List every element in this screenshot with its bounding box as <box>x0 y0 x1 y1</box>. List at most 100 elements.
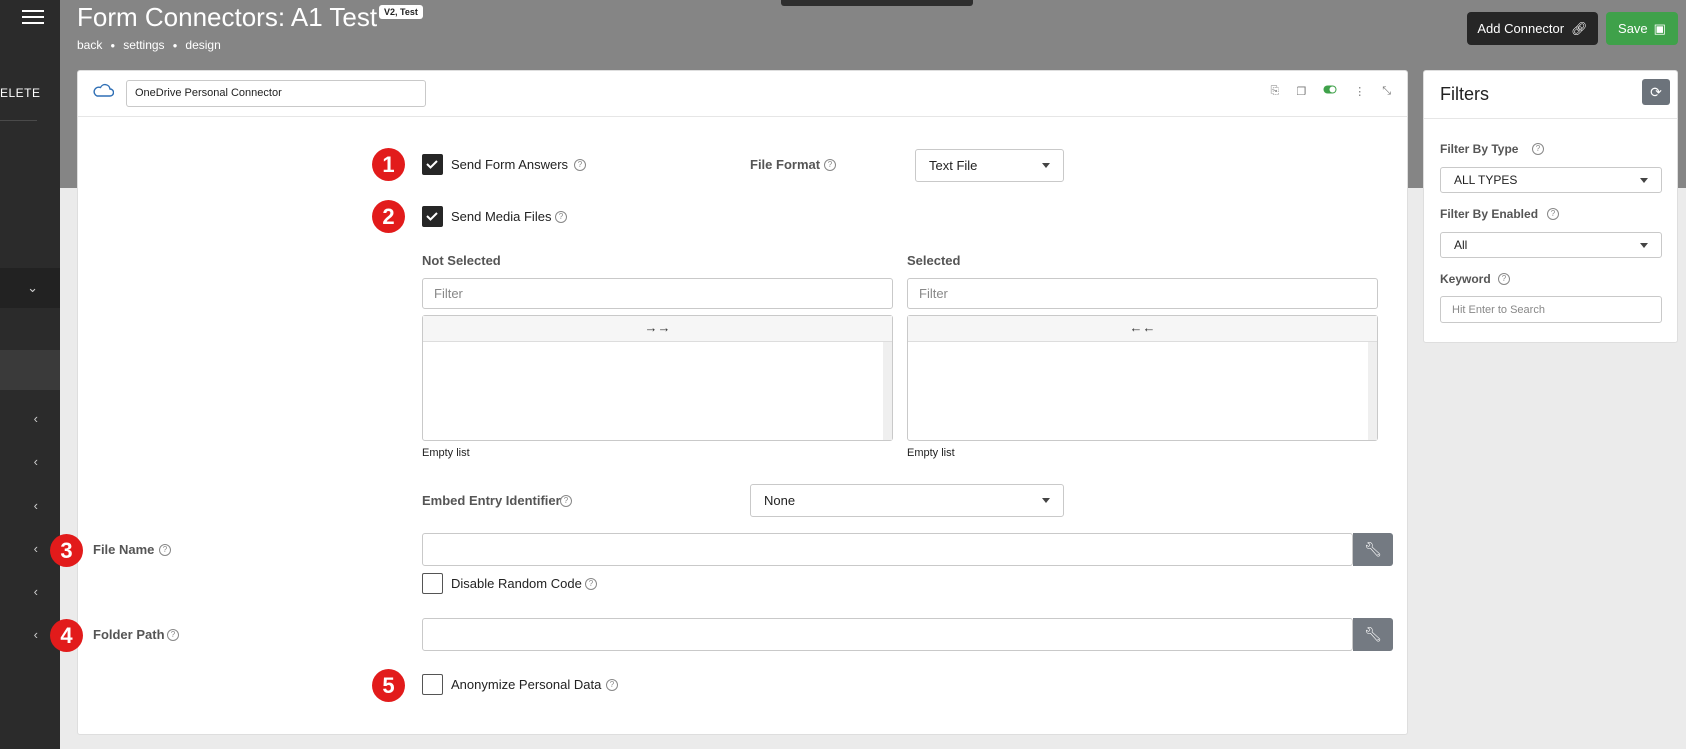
selected-filter-input[interactable]: Filter <box>907 278 1378 309</box>
marker-5: 5 <box>372 669 405 702</box>
filter-by-enabled-value: All <box>1454 238 1468 252</box>
filters-divider <box>1424 118 1677 119</box>
folder-path-label: Folder Path <box>93 627 165 642</box>
sidebar-delete-label[interactable]: ELETE <box>0 86 41 100</box>
send-form-answers-label: Send Form Answers <box>451 157 569 172</box>
add-connector-button[interactable]: Add Connector 🔗︎ <box>1467 12 1598 45</box>
save-button[interactable]: Save ▣ <box>1606 12 1678 45</box>
breadcrumb-dot: ● <box>172 41 178 50</box>
chevron-left-icon: ‹ <box>33 454 38 469</box>
file-name-label: File Name <box>93 542 155 557</box>
embed-entry-identifier-value: None <box>764 493 796 508</box>
sidebar-item[interactable]: ‹ <box>0 399 60 439</box>
marker-4: 4 <box>50 619 83 652</box>
floppy-icon: ▣ <box>1653 20 1666 36</box>
embed-entry-identifier-select[interactable]: None <box>750 484 1064 517</box>
chevron-left-icon: ‹ <box>33 411 38 426</box>
hamburger-menu-icon[interactable] <box>22 6 44 26</box>
sidebar-item[interactable]: ‹ <box>0 442 60 482</box>
file-name-textarea[interactable] <box>422 533 1353 566</box>
selected-label: Selected <box>907 253 961 268</box>
selected-list[interactable]: ←← <box>907 315 1378 441</box>
breadcrumb-back[interactable]: back <box>77 38 102 54</box>
chevron-left-icon: ‹ <box>33 584 38 599</box>
file-format-value: Text File <box>929 158 978 173</box>
folder-path-wrench-button[interactable]: 🔧︎ <box>1353 618 1393 651</box>
collapse-icon[interactable]: ⤡ <box>1382 85 1391 98</box>
filters-panel: Filters ⟳ Filter By Type ? ALL TYPES Fil… <box>1423 70 1678 343</box>
disable-random-code-checkbox[interactable] <box>422 573 443 594</box>
send-media-files-label: Send Media Files <box>451 209 552 224</box>
card-header: OneDrive Personal Connector ⎘ ❐ ⋮ ⤡ <box>78 71 1407 117</box>
not-selected-filter-input[interactable]: Filter <box>422 278 893 309</box>
page-title: Form Connectors: A1 Test <box>77 2 378 32</box>
not-selected-list[interactable]: →→ <box>422 315 893 441</box>
breadcrumb-dot: ● <box>110 41 116 50</box>
not-selected-status: Empty list <box>422 447 470 459</box>
sidebar-expand-row[interactable]: ⌄ <box>0 268 60 308</box>
wrench-icon: 🔧︎ <box>1364 541 1382 557</box>
toggle-icon[interactable] <box>1323 85 1337 98</box>
help-icon[interactable]: ? <box>1532 143 1544 155</box>
filters-title: Filters <box>1440 84 1489 104</box>
refresh-icon: ⟳ <box>1650 83 1662 100</box>
embed-entry-identifier-label: Embed Entry Identifier <box>422 493 561 508</box>
not-selected-label: Not Selected <box>422 253 501 268</box>
onedrive-cloud-icon <box>92 83 115 102</box>
marker-1: 1 <box>372 148 405 181</box>
chevron-left-icon: ‹ <box>33 498 38 513</box>
send-media-files-checkbox[interactable] <box>422 206 443 227</box>
help-icon[interactable]: ? <box>606 679 618 691</box>
breadcrumb-settings[interactable]: settings <box>123 38 164 54</box>
caret-down-icon <box>1042 498 1050 503</box>
refresh-button[interactable]: ⟳ <box>1642 79 1670 105</box>
file-format-select[interactable]: Text File <box>915 149 1064 182</box>
breadcrumb-design[interactable]: design <box>185 38 220 54</box>
anonymize-personal-data-label: Anonymize Personal Data <box>451 677 602 692</box>
clip-icon[interactable]: ⎘ <box>1271 85 1280 98</box>
help-icon[interactable]: ? <box>824 159 836 171</box>
help-icon[interactable]: ? <box>585 578 597 590</box>
help-icon[interactable]: ? <box>574 159 586 171</box>
filter-by-type-label: Filter By Type <box>1440 142 1519 156</box>
connector-name-input[interactable]: OneDrive Personal Connector <box>126 80 426 107</box>
save-label: Save <box>1618 21 1648 36</box>
connector-card: OneDrive Personal Connector ⎘ ❐ ⋮ ⤡ 1 Se… <box>50 70 1408 735</box>
anonymize-personal-data-checkbox[interactable] <box>422 674 443 695</box>
filter-by-type-select[interactable]: ALL TYPES <box>1440 167 1662 193</box>
disable-random-code-label: Disable Random Code <box>451 576 582 591</box>
top-notch <box>781 0 973 6</box>
help-icon[interactable]: ? <box>159 544 171 556</box>
version-badge: V2, Test <box>379 5 423 19</box>
scrollbar[interactable] <box>1368 342 1377 440</box>
sidebar-divider <box>0 120 37 121</box>
sidebar-item[interactable]: ‹ <box>0 486 60 526</box>
sidebar-item-active[interactable] <box>0 350 60 390</box>
breadcrumb: back ● settings ● design <box>77 38 221 54</box>
chevron-down-icon: ⌄ <box>27 280 38 295</box>
help-icon[interactable]: ? <box>560 495 572 507</box>
wrench-icon: 🔧︎ <box>1364 626 1382 642</box>
filter-by-type-value: ALL TYPES <box>1454 173 1518 187</box>
scrollbar[interactable] <box>883 342 892 440</box>
selected-status: Empty list <box>907 447 955 459</box>
keyword-label: Keyword <box>1440 272 1491 286</box>
filter-by-enabled-label: Filter By Enabled <box>1440 207 1539 221</box>
file-name-wrench-button[interactable]: 🔧︎ <box>1353 533 1393 566</box>
file-format-label: File Format <box>750 157 821 172</box>
help-icon[interactable]: ? <box>555 211 567 223</box>
marker-3: 3 <box>50 534 83 567</box>
keyword-search-input[interactable]: Hit Enter to Search <box>1440 296 1662 323</box>
send-form-answers-checkbox[interactable] <box>422 154 443 175</box>
help-icon[interactable]: ? <box>167 629 179 641</box>
card-toolbar: ⎘ ❐ ⋮ ⤡ <box>1271 85 1392 98</box>
move-all-left-button[interactable]: ←← <box>908 316 1377 342</box>
sidebar-item[interactable]: ‹ <box>0 572 60 612</box>
more-vertical-icon[interactable]: ⋮ <box>1354 85 1365 98</box>
help-icon[interactable]: ? <box>1498 273 1510 285</box>
help-icon[interactable]: ? <box>1547 208 1559 220</box>
folder-path-textarea[interactable] <box>422 618 1353 651</box>
filter-by-enabled-select[interactable]: All <box>1440 232 1662 258</box>
move-all-right-button[interactable]: →→ <box>423 316 892 342</box>
copy-icon[interactable]: ❐ <box>1296 85 1306 98</box>
